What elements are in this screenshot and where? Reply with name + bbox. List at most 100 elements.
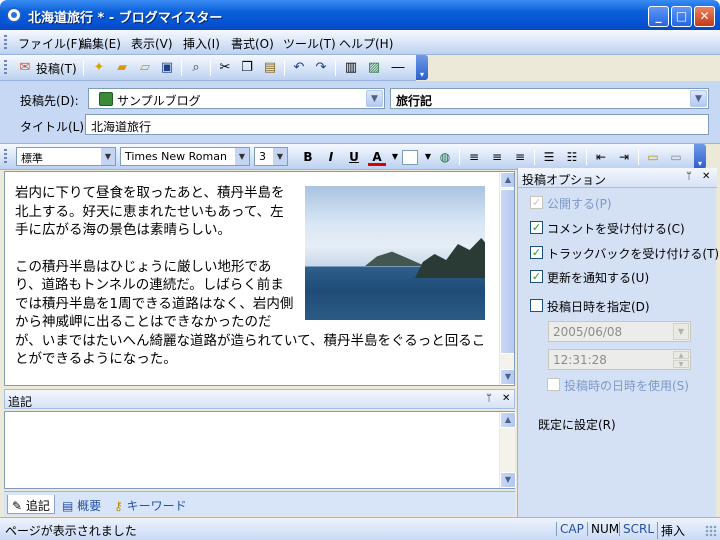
spin-down-icon[interactable]: ▼: [673, 360, 689, 368]
caps-indicator: CAP: [556, 522, 584, 536]
background-color-button[interactable]: [402, 150, 418, 165]
copy-icon[interactable]: ❐: [238, 59, 256, 77]
maximize-button[interactable]: □: [671, 6, 692, 27]
minimize-button[interactable]: _: [648, 6, 669, 27]
align-left-icon[interactable]: ≡: [465, 148, 483, 166]
chevron-down-icon[interactable]: ▼: [419, 148, 437, 166]
editor-scrollbar[interactable]: ▲ ▼: [499, 172, 514, 385]
use-post-time-checkbox[interactable]: [547, 378, 560, 391]
chevron-down-icon[interactable]: ▼: [101, 148, 115, 165]
toolbar-separator: [459, 149, 460, 165]
title-input[interactable]: 北海道旅行: [85, 114, 709, 135]
set-default-link[interactable]: 既定に設定(R): [538, 416, 616, 433]
coast-photo[interactable]: [305, 186, 485, 320]
menu-grip[interactable]: [4, 35, 7, 49]
save-icon[interactable]: ▣: [158, 59, 176, 77]
film-icon[interactable]: ▥: [342, 59, 360, 77]
size-combo[interactable]: 3 ▼: [254, 147, 288, 166]
scroll-up-arrow[interactable]: ▲: [500, 412, 516, 428]
chevron-down-icon[interactable]: ▼: [235, 148, 249, 165]
publish-checkbox[interactable]: ✓: [530, 196, 543, 209]
toolbar-overflow-chevron[interactable]: ▾: [416, 55, 428, 80]
destination-value: サンプルブログ: [117, 94, 201, 108]
outdent-icon[interactable]: ⇤: [592, 148, 610, 166]
menu-help[interactable]: ヘルプ(H): [339, 35, 393, 52]
indent-icon[interactable]: ⇥: [615, 148, 633, 166]
pin-icon[interactable]: ᛘ: [686, 171, 692, 182]
editor-pane[interactable]: 岩内に下りて昼食を取ったあと、積丹半島を北上する。好天に恵まれたせいもあって、左…: [4, 171, 515, 386]
comment-icon[interactable]: ▭: [644, 148, 662, 166]
editor-content[interactable]: 岩内に下りて昼食を取ったあと、積丹半島を北上する。好天に恵まれたせいもあって、左…: [15, 184, 495, 369]
menu-view[interactable]: 表示(V): [131, 35, 173, 52]
destination-combo[interactable]: サンプルブログ ▼: [88, 88, 385, 109]
use-post-time-label: 投稿時の日時を使用(S): [564, 379, 689, 393]
tab-notes[interactable]: ✎ 追記: [7, 495, 55, 514]
cut-icon[interactable]: ✂: [216, 59, 234, 77]
close-button[interactable]: ✕: [694, 6, 715, 27]
post-button[interactable]: 投稿(T): [36, 60, 77, 77]
undo-icon[interactable]: ↶: [290, 59, 308, 77]
align-right-icon[interactable]: ≡: [511, 148, 529, 166]
accept-comments-checkbox[interactable]: ✓: [530, 221, 543, 234]
underline-button[interactable]: U: [345, 148, 363, 166]
bold-button[interactable]: B: [299, 148, 317, 166]
chevron-down-icon[interactable]: ▼: [673, 323, 689, 340]
notify-update-checkbox[interactable]: ✓: [530, 270, 543, 283]
notes-editor[interactable]: ▲ ▼: [4, 411, 516, 489]
resize-grip[interactable]: [705, 525, 717, 537]
tab-keywords-label: キーワード: [126, 499, 187, 513]
notes-scrollbar[interactable]: ▲ ▼: [499, 412, 516, 488]
close-icon[interactable]: ✕: [502, 393, 510, 404]
time-spinner[interactable]: 12:31:28 ▲ ▼: [548, 349, 691, 370]
redo-icon[interactable]: ↷: [312, 59, 330, 77]
notes-panel-title: 追記: [8, 395, 33, 409]
font-color-button[interactable]: A: [368, 148, 386, 166]
paste-icon[interactable]: ▤: [261, 59, 279, 77]
menu-insert[interactable]: 挿入(I): [183, 35, 220, 52]
bullet-list-icon[interactable]: ☷: [563, 148, 581, 166]
align-center-icon[interactable]: ≡: [488, 148, 506, 166]
accept-trackbacks-checkbox[interactable]: ✓: [530, 246, 543, 259]
spin-up-icon[interactable]: ▲: [673, 351, 689, 359]
date-picker[interactable]: 2005/06/08 ▼: [548, 321, 691, 342]
blog-icon: [99, 92, 113, 106]
tab-notes-label: 追記: [25, 499, 50, 513]
comment-remove-icon[interactable]: ▭: [667, 148, 685, 166]
italic-button[interactable]: I: [322, 148, 340, 166]
tab-summary[interactable]: ▤ 概要: [58, 495, 105, 514]
toolbar-grip[interactable]: [4, 60, 7, 74]
style-combo[interactable]: 標準 ▼: [16, 147, 116, 166]
menu-file[interactable]: ファイル(F): [18, 35, 82, 52]
tab-keywords[interactable]: ⚷ キーワード: [110, 495, 191, 514]
menu-edit[interactable]: 編集(E): [80, 35, 121, 52]
close-icon[interactable]: ✕: [702, 171, 710, 182]
title-bar[interactable]: 北海道旅行 * - ブログマイスター _ □ ✕: [0, 0, 720, 30]
scroll-thumb[interactable]: [500, 189, 514, 354]
format-grip[interactable]: [4, 149, 7, 163]
scroll-down-arrow[interactable]: ▼: [500, 472, 516, 488]
link-globe-icon[interactable]: ◍: [436, 148, 454, 166]
scroll-down-arrow[interactable]: ▼: [500, 369, 514, 385]
app-icon[interactable]: [6, 7, 22, 23]
accept-comments-label: コメントを受け付ける(C): [547, 222, 685, 236]
new-icon[interactable]: ✦: [90, 59, 108, 77]
open-folder-icon[interactable]: ▰: [113, 59, 131, 77]
numbered-list-icon[interactable]: ☰: [540, 148, 558, 166]
format-overflow-chevron[interactable]: ▾: [694, 144, 706, 169]
chevron-down-icon[interactable]: ▼: [690, 90, 707, 107]
specify-datetime-checkbox[interactable]: [530, 299, 543, 312]
chevron-down-icon[interactable]: ▼: [273, 148, 287, 165]
post-icon[interactable]: ✉: [16, 59, 34, 77]
scroll-up-arrow[interactable]: ▲: [500, 172, 514, 188]
preview-icon[interactable]: ⌕: [187, 59, 205, 77]
horizontal-rule-icon[interactable]: ―: [389, 59, 407, 77]
post-fields: 投稿先(D): サンプルブログ ▼ 旅行記 ▼ タイトル(L): 北海道旅行: [0, 81, 720, 144]
font-combo[interactable]: Times New Roman ▼: [120, 147, 250, 166]
menu-format[interactable]: 書式(O): [231, 35, 274, 52]
pin-icon[interactable]: ᛘ: [486, 393, 492, 404]
chevron-down-icon[interactable]: ▼: [366, 90, 383, 107]
folder-icon[interactable]: ▱: [136, 59, 154, 77]
image-icon[interactable]: ▨: [365, 59, 383, 77]
menu-tools[interactable]: ツール(T): [283, 35, 336, 52]
category-combo[interactable]: 旅行記 ▼: [390, 88, 709, 109]
